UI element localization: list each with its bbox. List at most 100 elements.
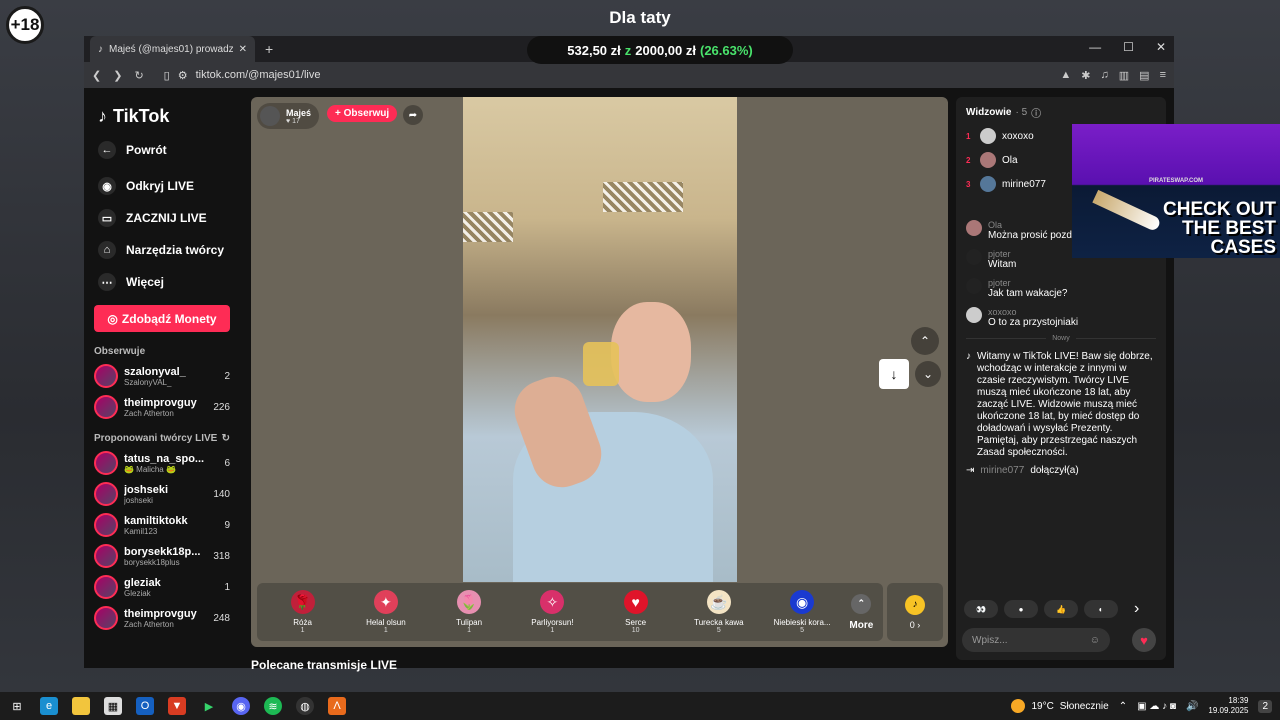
suggested-item[interactable]: theimprovguy Zach Atherton 248 <box>94 606 230 630</box>
volume-icon[interactable]: 🔊 <box>1186 701 1198 712</box>
reload-icon[interactable]: ↻ <box>134 69 143 82</box>
discord-icon[interactable]: ◉ <box>232 697 250 715</box>
file-explorer-icon[interactable] <box>72 697 90 715</box>
share-icon[interactable]: ➦ <box>403 105 423 125</box>
reaction-icon[interactable]: ● <box>1004 600 1038 618</box>
minimize-button[interactable]: — <box>1089 40 1101 54</box>
info-icon[interactable]: ⓘ <box>1031 105 1041 120</box>
nav-item-start-live[interactable]: ▭ ZACZNIJ LIVE <box>98 209 230 227</box>
back-label: Powrót <box>126 143 167 157</box>
nav-item-discover-live[interactable]: ◉ Odkryj LIVE <box>98 177 230 195</box>
tab-close-icon[interactable]: ✕ <box>239 44 247 55</box>
coin-icon: ◎ <box>107 311 118 326</box>
media-player-icon[interactable]: ▶ <box>200 697 218 715</box>
live-player[interactable]: Majeś ♥ 17 + Obserwuj ➦ ⌃ ↓ ⌄ 🌹 Róża 1 ✦ … <box>251 97 948 647</box>
ad-domain: PIRATESWAP.COM <box>1148 178 1204 184</box>
tray-icons[interactable]: ▣ ☁ ♪ ◙ <box>1137 701 1176 712</box>
suggested-item[interactable]: borysekk18p... borysekk18plus 318 <box>94 544 230 568</box>
scroll-down-button[interactable]: ↓ <box>879 359 909 389</box>
sidebar-icon[interactable]: ▥ <box>1119 69 1129 82</box>
nav-item-creator-tools[interactable]: ⌂ Narzędzia twórcy <box>98 241 230 259</box>
gift-item[interactable]: ☕ Turecka kawa 5 <box>683 590 755 634</box>
message-text: Witam <box>988 259 1017 270</box>
knife-graphic <box>1092 189 1162 233</box>
weather-widget[interactable]: 19°C Słonecznie <box>1011 699 1109 713</box>
suggested-item[interactable]: kamiltiktokk Kamil123 9 <box>94 513 230 537</box>
helal-icon: ✦ <box>373 590 398 614</box>
message-author[interactable]: pjoter <box>988 249 1016 259</box>
heart-icon[interactable]: ♥ <box>1132 628 1156 652</box>
chevron-up-icon[interactable]: ⌃ <box>911 327 939 355</box>
back-link[interactable]: ← Powrót <box>98 141 230 159</box>
refresh-icon[interactable]: ↻ <box>222 433 230 444</box>
obs-icon[interactable]: ◍ <box>296 697 314 715</box>
close-window-button[interactable]: ✕ <box>1156 40 1166 54</box>
thumbs-up-icon[interactable]: 👍 <box>1044 600 1078 618</box>
follow-button[interactable]: + Obserwuj <box>327 105 398 122</box>
clock[interactable]: 18:39 19.09.2025 <box>1208 696 1248 716</box>
menu-icon[interactable]: ≡ <box>1160 69 1166 82</box>
edge-icon[interactable]: e <box>40 697 58 715</box>
coffee-icon: ☕ <box>706 590 731 614</box>
message-author[interactable]: pjoter <box>988 278 1067 288</box>
suggested-item[interactable]: joshseki joshseki 140 <box>94 482 230 506</box>
emoji-icon[interactable]: ☺ <box>1090 635 1100 646</box>
windows-start-icon[interactable]: ⊞ <box>8 697 26 715</box>
following-item[interactable]: theimprovguy Zach Atherton 226 <box>94 395 230 419</box>
message-author[interactable]: Ola <box>988 220 1081 230</box>
gift-item[interactable]: 🌹 Róża 1 <box>267 590 339 634</box>
suggested-item[interactable]: tatus_na_spo... 🐸 Malicha 🐸 6 <box>94 451 230 475</box>
system-message-text: Witamy w TikTok LIVE! Baw się dobrze, wc… <box>977 351 1153 458</box>
site-info-icon[interactable]: ⚙ <box>178 69 188 82</box>
gift-bar: 🌹 Róża 1 ✦ Helal olsun 1 🌷 Tulipan 1 ✧ P… <box>257 583 883 641</box>
gift-item[interactable]: ♥ Serce 10 <box>600 590 672 634</box>
reaction-icon[interactable]: ◐ <box>1084 600 1118 618</box>
tiktok-logo[interactable]: ♪ TikTok <box>98 106 230 127</box>
message-author[interactable]: xoxoxo <box>988 307 1078 317</box>
music-icon[interactable]: ♫ <box>1101 69 1109 82</box>
user-name: szalonyval_ <box>124 365 186 378</box>
get-coins-button[interactable]: ◎ Zdobądź Monety <box>94 305 230 332</box>
more-gifts-button[interactable]: ⌃ More <box>849 593 873 631</box>
ceiling-vent <box>463 212 513 242</box>
store-icon[interactable]: ▦ <box>104 697 122 715</box>
maximize-button[interactable]: ☐ <box>1123 40 1134 54</box>
notification-badge[interactable]: 2 <box>1258 699 1272 713</box>
gift-item[interactable]: ✦ Helal olsun 1 <box>350 590 422 634</box>
brave-shield-icon[interactable]: ▲ <box>1060 69 1071 82</box>
outlook-icon[interactable]: O <box>136 697 154 715</box>
spotify-icon[interactable]: ≋ <box>264 697 282 715</box>
bookmark-icon[interactable]: ▯ <box>164 69 170 82</box>
chevron-down-icon[interactable]: ⌄ <box>915 361 941 387</box>
suggested-item[interactable]: gleziak Gleziak 1 <box>94 575 230 599</box>
app-icon[interactable]: Λ <box>328 697 346 715</box>
user-nickname: Zach Atherton <box>124 408 174 418</box>
nav-item-more[interactable]: ⋯ Więcej <box>98 273 230 291</box>
wallet-icon[interactable]: ▤ <box>1139 69 1149 82</box>
eyes-icon[interactable]: 👀 <box>964 600 998 618</box>
viewer-count: 248 <box>213 612 230 624</box>
extensions-icon[interactable]: ✱ <box>1081 69 1090 82</box>
coin-balance-button[interactable]: ♪ 0 › <box>887 583 943 641</box>
viewer-rank: 2 <box>966 155 971 165</box>
following-section-title: Obserwuje <box>94 346 230 357</box>
chat-input[interactable]: Wpisz... ☺ <box>962 628 1110 652</box>
chevron-up-icon[interactable]: ⌃ <box>1119 701 1127 712</box>
gift-item[interactable]: 🌷 Tulipan 1 <box>433 590 505 634</box>
gift-item[interactable]: ◉ Niebieski kora... 5 <box>766 590 838 634</box>
url-field[interactable]: ▯ ⚙ tiktok.com/@majes01/live <box>164 69 724 82</box>
chevron-right-icon[interactable]: › <box>1134 600 1139 618</box>
browser-tab[interactable]: ♪ Majeś (@majes01) prowadzi l ✕ <box>90 36 255 62</box>
avatar <box>94 513 118 537</box>
join-user[interactable]: mirine077 <box>980 465 1024 476</box>
new-tab-button[interactable]: + <box>265 41 273 57</box>
viewer-count: 1 <box>224 581 230 593</box>
following-item[interactable]: szalonyval_ SzalonyVAL_ 2 <box>94 364 230 388</box>
back-arrow-icon[interactable]: ❮ <box>92 69 101 82</box>
gift-item[interactable]: ✧ Parliyorsun! 1 <box>516 590 588 634</box>
user-name: kamiltiktokk <box>124 514 188 527</box>
person-figure <box>611 302 691 402</box>
forward-arrow-icon[interactable]: ❯ <box>113 69 122 82</box>
brave-icon[interactable]: ▼ <box>168 697 186 715</box>
streamer-info[interactable]: Majeś ♥ 17 <box>257 103 320 129</box>
